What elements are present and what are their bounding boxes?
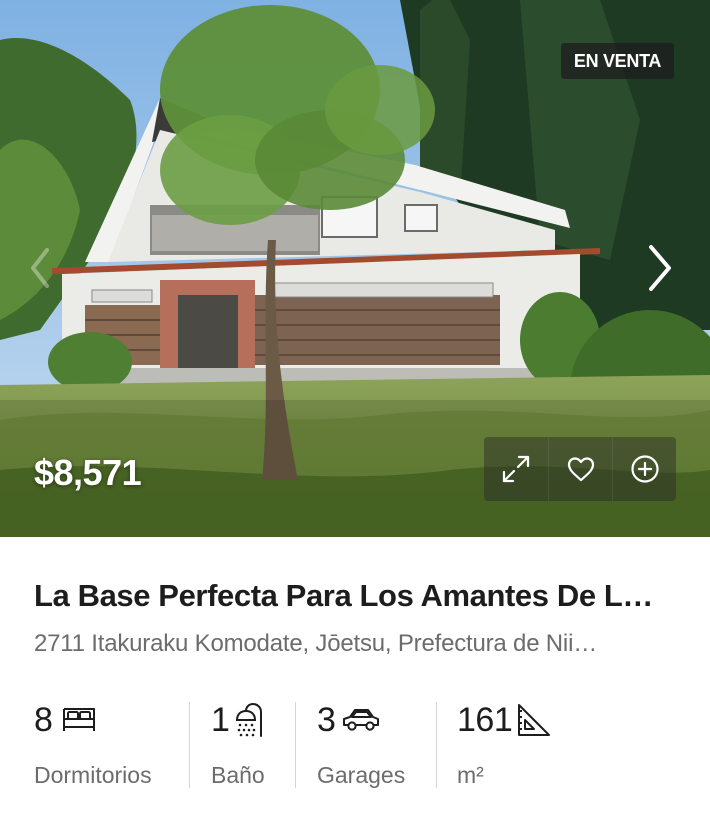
shower-icon	[233, 702, 265, 738]
feature-list: 8 Dormitorios 1 Baño 3 Garages 161 m²	[0, 700, 710, 790]
property-card[interactable]: EN VENTA $8,571 La Base Perfecta Para Lo…	[0, 0, 710, 818]
listing-address: 2711 Itakuraku Komodate, Jōetsu, Prefect…	[34, 630, 597, 657]
listing-title[interactable]: La Base Perfecta Para Los Amantes De L…	[34, 578, 674, 614]
bathrooms-label: Baño	[211, 762, 265, 788]
photo-actions	[484, 437, 676, 501]
feature-divider	[436, 702, 437, 788]
bathrooms-count: 1	[211, 700, 230, 739]
expand-button[interactable]	[484, 437, 548, 501]
area-unit-label: m²	[457, 762, 484, 788]
chevron-left-icon	[31, 248, 49, 288]
property-photo[interactable]: EN VENTA $8,571	[0, 0, 710, 537]
status-badge: EN VENTA	[561, 43, 674, 79]
bed-icon	[60, 705, 98, 735]
expand-icon	[502, 455, 530, 483]
price: $8,571	[34, 452, 142, 493]
set-square-icon	[516, 702, 552, 738]
feature-area: 161 m²	[457, 700, 552, 790]
feature-bathrooms: 1 Baño	[211, 700, 265, 790]
area-value: 161	[457, 700, 513, 739]
favorite-button[interactable]	[548, 437, 612, 501]
feature-divider	[189, 702, 190, 788]
bedrooms-count: 8	[34, 700, 53, 739]
plus-circle-icon	[630, 455, 659, 483]
garages-label: Garages	[317, 762, 406, 788]
previous-photo-button[interactable]	[20, 236, 60, 300]
feature-divider	[295, 702, 296, 788]
garages-count: 3	[317, 700, 336, 739]
feature-bedrooms: 8 Dormitorios	[34, 700, 152, 790]
add-to-compare-button[interactable]	[612, 437, 676, 501]
feature-garages: 3 Garages	[317, 700, 405, 790]
heart-icon	[567, 457, 594, 482]
chevron-right-icon	[649, 245, 671, 291]
car-icon	[341, 706, 381, 734]
bedrooms-label: Dormitorios	[34, 762, 152, 788]
next-photo-button[interactable]	[640, 236, 680, 300]
